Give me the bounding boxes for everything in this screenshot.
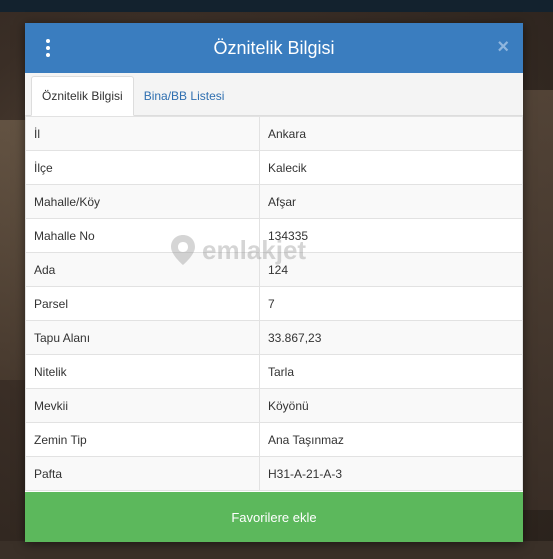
close-icon[interactable]: × [497,36,509,58]
table-row: Mahalle/Köy Afşar [25,184,523,219]
map-background-bottom [0,541,553,559]
row-key: İlçe [25,150,260,185]
row-key: Nitelik [25,354,260,389]
row-key: Tapu Alanı [25,320,260,355]
table-row: İlçe Kalecik [25,150,523,185]
table-row: Parsel 7 [25,286,523,321]
table-row: Mahalle No 134335 [25,218,523,253]
attribute-info-modal: Öznitelik Bilgisi × Öznitelik Bilgisi Bi… [25,23,523,542]
table-row: Mevkii Köyönü [25,388,523,423]
row-value: Tarla [259,354,523,389]
row-value: Köyönü [259,388,523,423]
row-key: Parsel [25,286,260,321]
row-key: Pafta [25,456,260,491]
tab-bar: Öznitelik Bilgisi Bina/BB Listesi [25,73,523,116]
add-to-favorites-button[interactable]: Favorilere ekle [25,492,523,542]
row-key: Zemin Tip [25,422,260,457]
row-key: Mahalle No [25,218,260,253]
table-row: Ada 124 [25,252,523,287]
row-value: Ankara [259,116,523,151]
row-value: Afşar [259,184,523,219]
row-key: Ada [25,252,260,287]
row-value: H31-A-21-A-3 [259,456,523,491]
map-top-bar [0,0,553,12]
tab-building-list[interactable]: Bina/BB Listesi [134,77,235,115]
tab-attribute-info[interactable]: Öznitelik Bilgisi [31,76,134,116]
map-background-right [521,90,553,510]
row-key: İl [25,116,260,151]
row-value: 7 [259,286,523,321]
row-value: 134335 [259,218,523,253]
table-row: Pafta H31-A-21-A-3 [25,456,523,491]
row-key: Mahalle/Köy [25,184,260,219]
modal-title: Öznitelik Bilgisi [213,37,335,58]
table-row: Nitelik Tarla [25,354,523,389]
row-value: 33.867,23 [259,320,523,355]
row-key: Mevkii [25,388,260,423]
table-row: Tapu Alanı 33.867,23 [25,320,523,355]
row-value: Ana Taşınmaz [259,422,523,457]
more-vertical-icon[interactable] [43,39,53,57]
row-value: 124 [259,252,523,287]
table-row: Zemin Tip Ana Taşınmaz [25,422,523,457]
table-row: İl Ankara [25,116,523,151]
row-value: Kalecik [259,150,523,185]
modal-header: Öznitelik Bilgisi × [25,23,523,73]
attribute-table: İl Ankara İlçe Kalecik Mahalle/Köy Afşar Ma… [25,116,523,491]
